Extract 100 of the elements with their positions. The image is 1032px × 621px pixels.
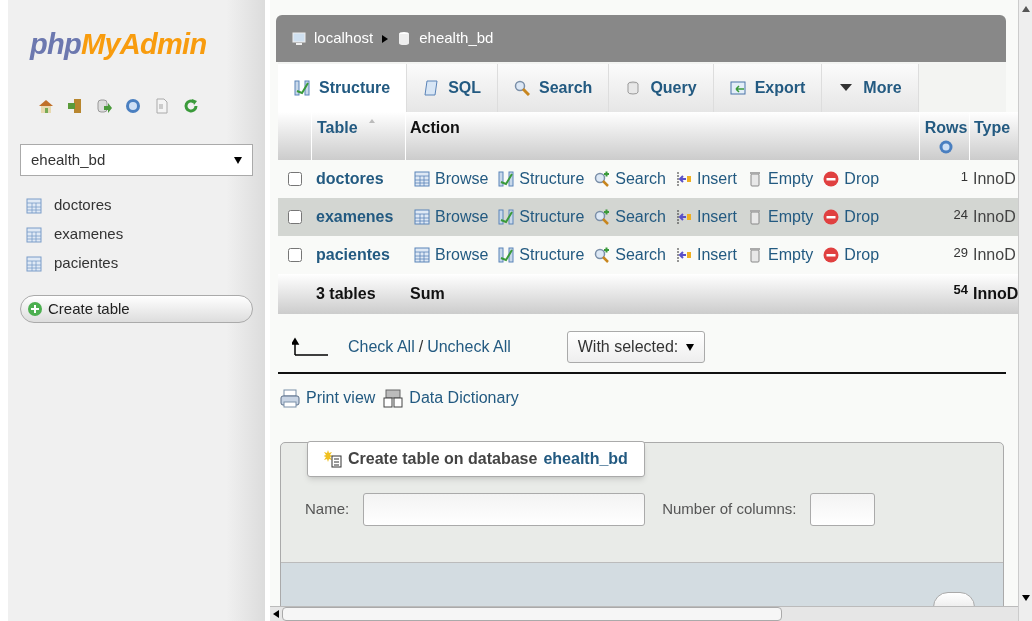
action-link[interactable]: Drop — [823, 205, 880, 229]
vertical-scrollbar[interactable] — [1018, 0, 1032, 621]
table-icon — [414, 171, 430, 187]
tab[interactable]: Structure — [278, 64, 408, 112]
door-icon[interactable] — [67, 98, 83, 114]
insert-icon — [676, 171, 692, 187]
columns-input-field[interactable] — [810, 493, 876, 526]
tab[interactable]: Search — [498, 64, 610, 112]
column-header[interactable]: Type — [974, 119, 1011, 136]
reload-icon[interactable] — [183, 98, 199, 114]
search-icon — [514, 80, 530, 96]
action-link[interactable]: Search — [594, 243, 666, 267]
breadcrumb-link[interactable]: localhost — [314, 27, 374, 50]
database-select[interactable]: ehealth_bd — [20, 144, 253, 176]
dropdown-icon — [686, 343, 695, 351]
arrow-up-icon — [292, 337, 328, 357]
magnifier-plus-icon — [594, 247, 611, 263]
action-link[interactable]: Browse — [414, 167, 489, 191]
structure-icon — [498, 247, 515, 263]
action-link[interactable]: Browse — [414, 205, 489, 229]
table-cell-text: InnoD — [972, 284, 1018, 304]
scroll-down-icon[interactable] — [1022, 595, 1030, 601]
logo[interactable]: phpMyAdmin — [30, 30, 265, 59]
action-link[interactable]: Insert — [676, 205, 737, 229]
no-entry-icon — [823, 247, 840, 263]
uncheck-all-link[interactable]: Uncheck All — [427, 335, 511, 359]
action-link[interactable]: Drop — [823, 243, 880, 267]
structure-icon — [294, 80, 310, 96]
action-link[interactable]: Structure — [498, 167, 585, 191]
scroll-up-icon[interactable] — [1022, 6, 1030, 12]
separator-arrow-icon — [381, 33, 390, 44]
insert-icon — [676, 209, 692, 225]
with-selected-dropdown[interactable]: With selected: — [566, 331, 706, 363]
scrollbar-thumb[interactable] — [282, 607, 782, 621]
sidebar-table-link[interactable]: examenes — [54, 223, 124, 246]
table-cell-text: InnoD — [972, 245, 1017, 265]
action-link[interactable]: Search — [594, 167, 666, 191]
document-icon[interactable] — [154, 98, 170, 114]
trash-can-icon — [747, 247, 763, 263]
table-cell-text: 1 — [959, 168, 969, 186]
page-link[interactable]: Print view — [280, 386, 376, 410]
action-link[interactable]: Browse — [414, 243, 489, 267]
row-checkbox[interactable] — [288, 172, 302, 186]
table-name-link[interactable]: pacientes — [312, 243, 406, 267]
action-link[interactable]: Structure — [498, 243, 585, 267]
sidebar-table-link[interactable]: pacientes — [54, 252, 119, 275]
action-link[interactable]: Insert — [676, 167, 737, 191]
new-table-icon — [324, 450, 342, 468]
scroll-left-icon[interactable] — [273, 610, 279, 618]
magnifier-plus-icon — [594, 171, 611, 187]
dropdown-icon — [234, 156, 242, 164]
table-icon — [26, 197, 42, 214]
action-link[interactable]: Drop — [823, 167, 880, 191]
table-icon — [26, 255, 42, 272]
name-input-field[interactable] — [363, 493, 646, 526]
table-icon — [26, 226, 42, 243]
action-link[interactable]: Empty — [747, 243, 814, 267]
action-link[interactable]: Empty — [747, 167, 814, 191]
printer-icon — [280, 388, 300, 408]
table-cell-text: 29 — [952, 244, 969, 262]
tab[interactable]: More — [822, 64, 919, 112]
row-checkbox[interactable] — [288, 210, 302, 224]
table-name-link[interactable]: examenes — [312, 205, 406, 229]
tab[interactable]: Query — [609, 64, 714, 112]
action-link[interactable]: Structure — [498, 205, 585, 229]
home-icon[interactable] — [38, 98, 54, 114]
horizontal-scrollbar[interactable] — [270, 606, 1018, 621]
magnifier-plus-icon — [594, 209, 611, 225]
tab[interactable]: Export — [713, 64, 823, 112]
action-link[interactable]: Insert — [676, 243, 737, 267]
table-cell-text: 24 — [952, 206, 969, 224]
column-header[interactable]: Rows — [924, 116, 968, 140]
database-arrow-icon[interactable] — [96, 98, 112, 114]
table-cell-text: InnoD — [972, 169, 1017, 189]
table-row[interactable]: examenes Browse Structure Search Insert Empty Drop 24 InnoD — [278, 198, 1018, 236]
table-icon — [414, 247, 430, 263]
table-cell-text: InnoD — [972, 207, 1017, 227]
tab[interactable]: SQL — [407, 64, 498, 112]
page-link[interactable]: Data Dictionary — [383, 386, 519, 410]
structure-icon — [498, 209, 515, 225]
column-header[interactable]: Table — [317, 116, 358, 140]
table-cell-text: Sum — [409, 284, 446, 304]
database-name: ehealth_bd — [543, 449, 628, 469]
sidebar-table-link[interactable]: doctores — [54, 194, 112, 217]
check-all-link[interactable]: Check All — [348, 335, 415, 359]
trash-can-icon — [747, 209, 763, 225]
database-icon — [397, 31, 412, 46]
field-label: Number of columns: — [662, 499, 797, 520]
no-entry-icon — [823, 209, 840, 225]
action-link[interactable]: Empty — [747, 205, 814, 229]
breadcrumb-link[interactable]: ehealth_bd — [419, 27, 494, 50]
computer-icon — [292, 31, 306, 46]
row-checkbox[interactable] — [288, 248, 302, 262]
create-table-button[interactable]: Create table — [20, 295, 253, 323]
export-icon — [729, 80, 746, 96]
action-link[interactable]: Search — [594, 205, 666, 229]
table-name-link[interactable]: doctores — [312, 167, 406, 191]
separator: / — [418, 337, 424, 357]
insert-icon — [676, 247, 692, 263]
plus-icon — [27, 301, 43, 317]
